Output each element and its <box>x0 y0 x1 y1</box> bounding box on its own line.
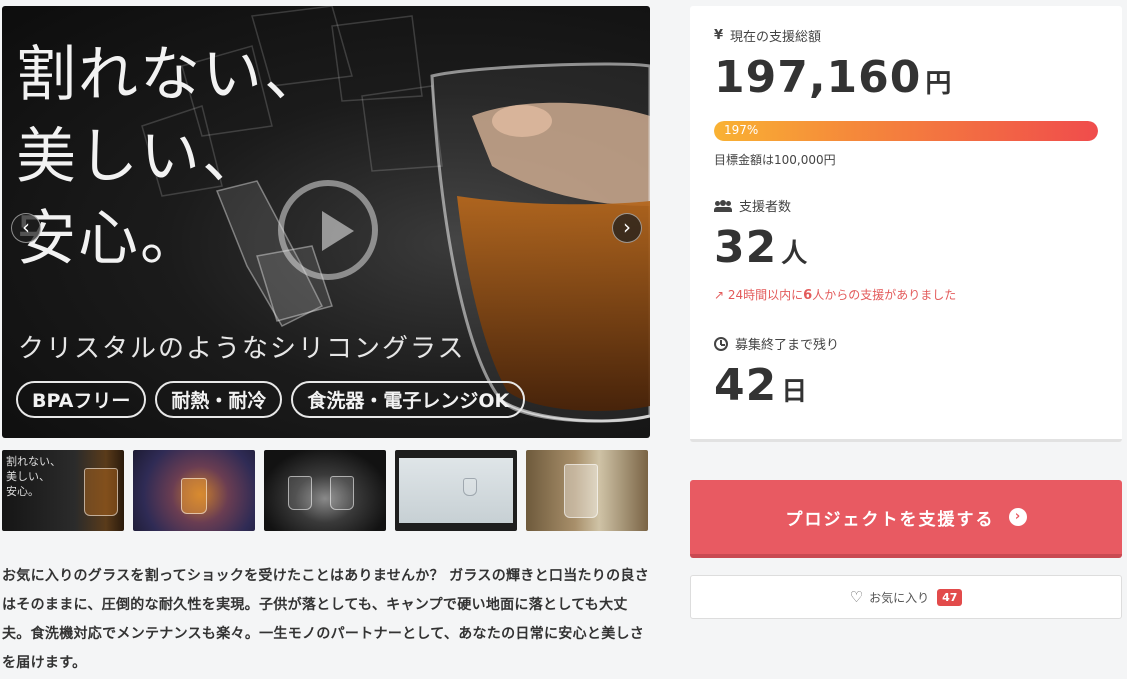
trend-count: 6 <box>803 288 813 303</box>
trend-suffix: 人からの支援がありました <box>812 288 957 302</box>
users-icon <box>714 199 732 212</box>
backers-label-row: 支援者数 <box>714 196 791 215</box>
feature-pill: 食洗器・電子レンジOK <box>291 381 526 418</box>
carousel-next-button[interactable]: › <box>612 213 642 243</box>
total-amount: 197,160 円 <box>714 52 952 103</box>
favorite-label: お気に入り <box>869 590 930 605</box>
favorite-button[interactable]: ♡ お気に入り 47 <box>690 575 1122 619</box>
goal-amount: 目標金額は100,000円 <box>714 153 836 167</box>
trend-prefix: 24時間以内に <box>727 288 804 302</box>
glass-graphic <box>288 476 312 510</box>
hero-subline: クリスタルのようなシリコングラス <box>18 334 466 364</box>
remaining-unit: 日 <box>781 377 809 407</box>
heart-icon: ♡ <box>849 588 864 606</box>
backers-unit: 人 <box>781 239 809 269</box>
total-value: 197,160 <box>714 52 922 103</box>
remaining-value: 42 <box>714 360 778 411</box>
backers-value: 32 <box>714 222 778 273</box>
thumbnail-strip: 割れない、 美しい、 安心。 <box>2 450 648 531</box>
feature-pill: 耐熱・耐冷 <box>155 381 283 418</box>
backers-count: 32 人 <box>714 222 808 273</box>
remaining-days: 42 日 <box>714 360 808 411</box>
video-frame <box>399 458 513 523</box>
glass-graphic <box>564 464 598 518</box>
thumbnail-1[interactable]: 割れない、 美しい、 安心。 <box>2 450 124 531</box>
carousel-prev-button[interactable]: ‹ <box>11 213 41 243</box>
yen-icon: ¥ <box>714 28 724 43</box>
progress-percent: 197% <box>724 123 759 137</box>
funding-stats-card: ¥ 現在の支援総額 197,160 円 197% 目標金額は100,000円 支援… <box>690 6 1122 442</box>
remaining-label-row: 募集終了まで残り <box>714 334 839 353</box>
total-label: 現在の支援総額 <box>730 30 822 45</box>
progress-fill <box>714 121 1098 141</box>
favorite-count-badge: 47 <box>937 588 963 606</box>
thumbnail-2[interactable] <box>133 450 255 531</box>
project-main-image[interactable]: 割れない、 美しい、 安心。 クリスタルのようなシリコングラス BPAフリー 耐… <box>2 6 650 438</box>
recent-backers-note: ↗ 24時間以内に6人からの支援がありました <box>714 286 956 303</box>
feature-pill: BPAフリー <box>16 381 147 418</box>
glass-graphic <box>330 476 354 510</box>
support-project-button[interactable]: プロジェクトを支援する › <box>690 480 1122 558</box>
trending-up-icon: ↗ <box>714 288 725 302</box>
glass-graphic <box>463 478 477 496</box>
support-button-label: プロジェクトを支援する <box>785 509 995 530</box>
glass-graphic <box>84 468 118 516</box>
total-unit: 円 <box>925 69 953 99</box>
feature-pills: BPAフリー 耐熱・耐冷 食洗器・電子レンジOK <box>16 381 526 418</box>
play-video-icon[interactable] <box>278 180 378 280</box>
remaining-label: 募集終了まで残り <box>735 338 840 353</box>
total-label-row: ¥ 現在の支援総額 <box>714 26 821 45</box>
glass-graphic <box>181 478 207 514</box>
project-description: お気に入りのグラスを割ってショックを受けたことはありませんか？ ガラスの輝きと口… <box>2 568 649 671</box>
thumbnail-3[interactable] <box>264 450 386 531</box>
clock-icon <box>714 336 728 351</box>
thumbnail-4[interactable] <box>395 450 517 531</box>
thumbnail-5[interactable] <box>526 450 648 531</box>
thumbnail-caption: 割れない、 美しい、 安心。 <box>6 455 61 498</box>
funding-progress-bar: 197% <box>714 121 1098 141</box>
chevron-right-circle-icon: › <box>1008 508 1027 526</box>
backers-label: 支援者数 <box>739 200 792 215</box>
